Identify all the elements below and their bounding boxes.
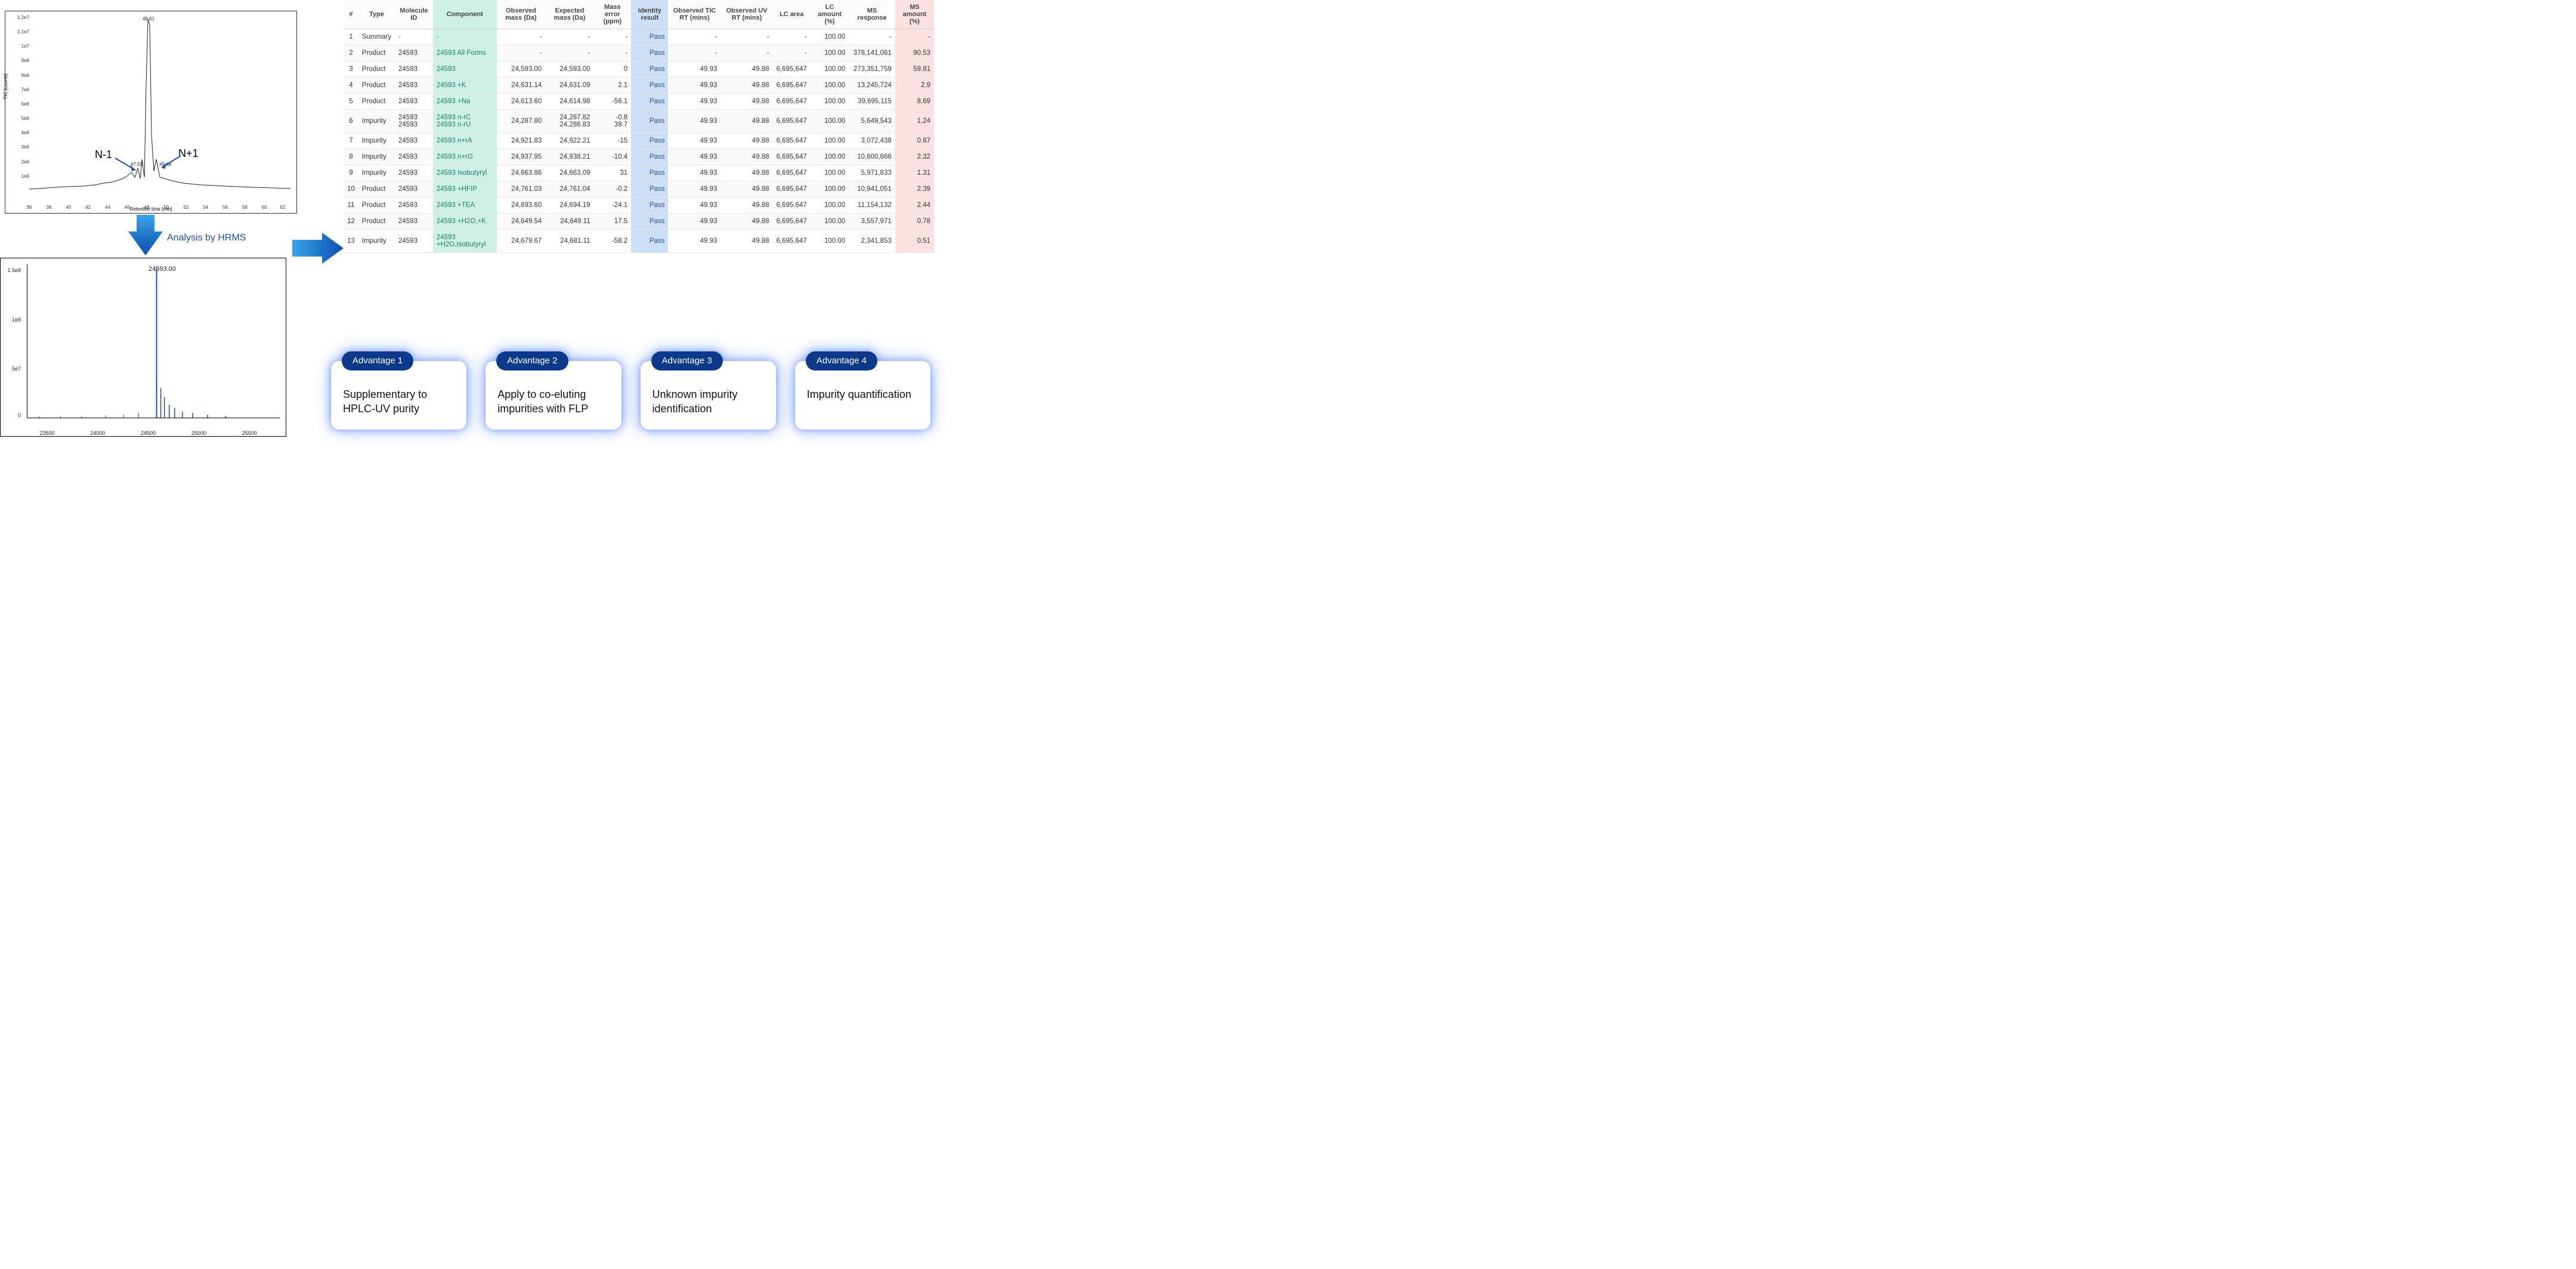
- col-exp: Expected mass (Da): [545, 0, 593, 29]
- table-row: 3Product245932459324,593.0024,593.000Pas…: [344, 61, 934, 78]
- advantage-text: Impurity quantification: [807, 387, 919, 402]
- arrow-icon: [114, 157, 138, 172]
- advantage-card-2: Advantage 2 Apply to co-eluting impuriti…: [485, 361, 621, 430]
- table-row: 8Impurity2459324593 n+rG24,937.9524,938.…: [344, 149, 934, 165]
- col-lcarea: LC area: [773, 0, 811, 29]
- chromatogram-panel: TIC [counts] 1.2e7 1.1e7 1e7 9e6 8e6 7e6…: [5, 11, 297, 214]
- arrow-right-icon: [292, 233, 344, 264]
- table-row: 11Product2459324593 +TEA24,693.6024,694.…: [344, 197, 934, 214]
- col-obs: Observed mass (Da): [497, 0, 546, 29]
- table-row: 10Product2459324593 +HFIP24,761.0324,761…: [344, 181, 934, 197]
- table-row: 4Product2459324593 +K24,631.1424,631.092…: [344, 78, 934, 94]
- col-uv: Observed UV RT (mins): [720, 0, 772, 29]
- advantage-card-3: Advantage 3 Unknown impurity identificat…: [641, 361, 776, 430]
- advantage-text: Unknown impurity identification: [652, 387, 764, 416]
- spec-peak-label: 24593.00: [149, 265, 176, 273]
- advantage-badge: Advantage 3: [651, 351, 723, 370]
- spectrum-panel: 1.5e8 1e8 5e7 0: [0, 258, 286, 437]
- advantage-badge: Advantage 2: [496, 351, 568, 370]
- arrow-down-icon: [128, 215, 163, 257]
- advantage-badge: Advantage 1: [342, 351, 413, 370]
- analysis-label: Analysis by HRMS: [167, 233, 246, 243]
- advantage-text: Supplementary to HPLC-UV purity: [343, 387, 454, 416]
- col-msresp: MS response: [849, 0, 895, 29]
- peak-main-label: 48.61: [143, 16, 154, 21]
- table-row: 5Product2459324593 +Na24,613.6024,614.98…: [344, 94, 934, 110]
- table-header-row: # Type Molecule ID Component Observed ma…: [344, 0, 934, 29]
- advantage-text: Apply to co-eluting impurities with FLP: [497, 387, 609, 416]
- col-component: Component: [433, 0, 497, 29]
- spec-y-axis: 1.5e8 1e8 5e7 0: [3, 264, 21, 418]
- table-row: 6Impurity24593 2459324593 n-rC 24593 n-r…: [344, 110, 934, 133]
- annotation-n-minus-1: N-1: [95, 149, 112, 161]
- results-table: # Type Molecule ID Component Observed ma…: [344, 0, 934, 253]
- col-lcamt: LC amount (%): [811, 0, 849, 29]
- spec-plot-area: [27, 264, 280, 418]
- advantage-card-1: Advantage 1 Supplementary to HPLC-UV pur…: [331, 361, 466, 430]
- arrow-icon: [159, 155, 183, 170]
- advantage-badge: Advantage 4: [806, 351, 877, 370]
- col-tic: Observed TIC RT (mins): [668, 0, 720, 29]
- advantage-card-4: Advantage 4 Impurity quantification: [795, 361, 930, 430]
- col-n: #: [344, 0, 358, 29]
- table-row: 2Product2459324593 All Forms---Pass---10…: [344, 45, 934, 61]
- col-type: Type: [358, 0, 395, 29]
- table-row: 7Impurity2459324593 n+rA24,921.8324,922.…: [344, 133, 934, 149]
- table-row: 12Product2459324593 +H2O,+K24,649.5424,6…: [344, 214, 934, 230]
- table-row: 9Impurity2459324593 Isobutyryl24,663.862…: [344, 165, 934, 181]
- chrom-x-label: Retention time [min]: [5, 206, 296, 212]
- col-mid: Molecule ID: [395, 0, 433, 29]
- advantages-row: Advantage 1 Supplementary to HPLC-UV pur…: [331, 361, 930, 430]
- table-row: 1Summary-----Pass---100.00--: [344, 29, 934, 45]
- chrom-y-axis: 1.2e7 1.1e7 1e7 9e6 8e6 7e6 6e6 5e6 4e6 …: [8, 15, 29, 195]
- table-row: 13Impurity2459324593 +H2O,Isobutyryl24,6…: [344, 230, 934, 253]
- col-identity: Identity result: [631, 0, 668, 29]
- col-msamt: MS amount (%): [895, 0, 934, 29]
- col-merr: Mass error (ppm): [594, 0, 632, 29]
